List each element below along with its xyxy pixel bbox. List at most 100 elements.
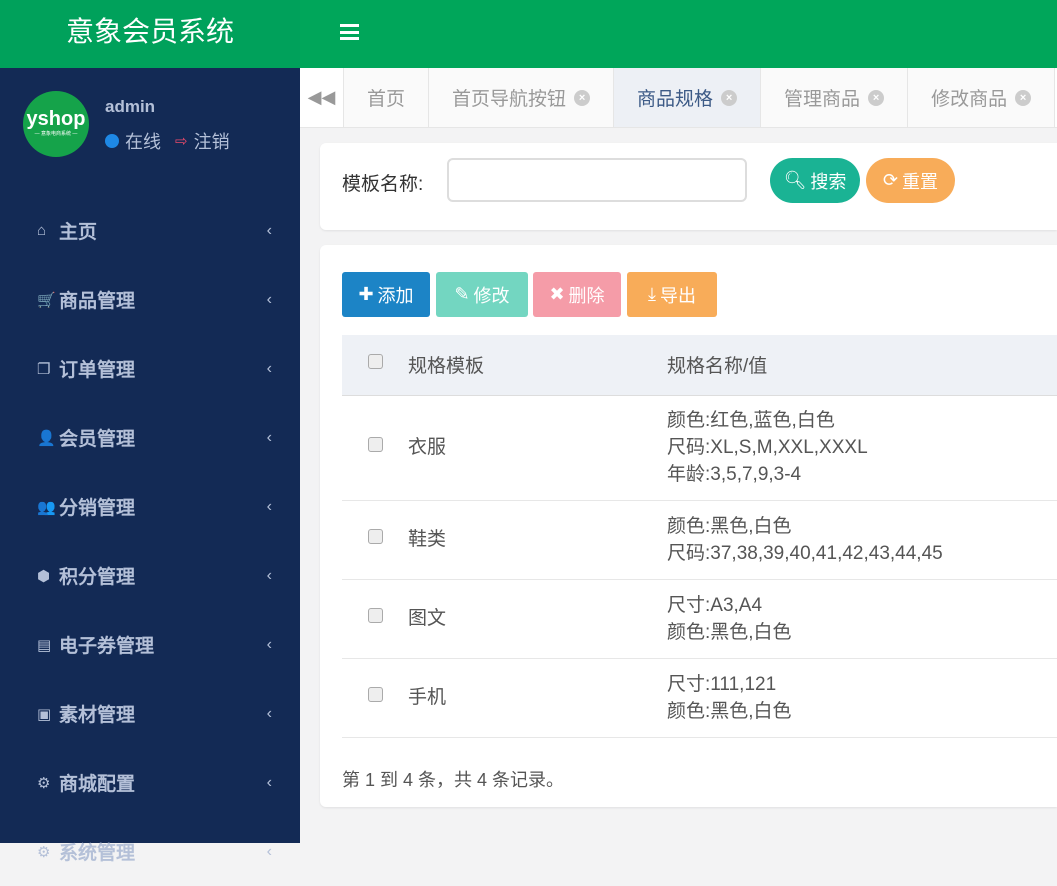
tab-label: 商品规格 [637, 89, 714, 110]
user-icon: 👤 [37, 429, 56, 447]
chevron-left-icon: ‹ [266, 635, 272, 653]
close-tab-icon[interactable]: × [574, 89, 591, 106]
avatar: yshop — 意象电商系统 — [23, 91, 89, 157]
close-tab-icon[interactable]: × [721, 89, 738, 106]
tab-label: 管理商品 [784, 89, 861, 110]
sidebar-item[interactable]: ⚙ 商城配置 ‹ [0, 748, 300, 817]
sidebar-item[interactable]: ❐ 订单管理 ‹ [0, 334, 300, 403]
template-name-input[interactable] [447, 158, 747, 202]
copy-icon: ❐ [37, 360, 51, 378]
sidebar-item[interactable]: 🛒 商品管理 ‹ [0, 265, 300, 334]
chevron-left-icon: ‹ [266, 704, 272, 722]
tabs-scroll-left-icon[interactable]: ◀◀ [300, 68, 344, 127]
image-icon: ▣ [37, 705, 52, 723]
reset-button[interactable]: ⟳ 重置 [866, 158, 955, 203]
spec-value: 尺寸:111,121 [667, 673, 777, 695]
row-checkbox[interactable] [367, 687, 383, 703]
sidebar: yshop — 意象电商系统 — admin 在线 ⇨ 注销 ⌂ 主页 ‹ 🛒 商品管理 ‹… [0, 68, 300, 864]
plus-icon: ✚ [358, 284, 374, 304]
tab-label: 首页 [367, 89, 406, 110]
tab[interactable]: 商品规格 × [614, 68, 762, 127]
chevron-left-icon: ‹ [266, 566, 272, 584]
sign-out-icon[interactable]: ⇨ [175, 132, 188, 150]
logout-link[interactable]: 注销 [194, 128, 230, 154]
search-panel: 模板名称: 🔍︎ 搜索 ⟳ 重置 [320, 143, 1057, 230]
gear-icon: ⚙ [37, 843, 51, 861]
pagination-summary: 第 1 到 4 条，共 4 条记录。 [342, 770, 565, 790]
table-row: 手机 尺寸:111,121 颜色:黑色,白色 [342, 658, 1057, 738]
top-navbar [300, 0, 1057, 68]
tab[interactable]: 管理商品 × [761, 68, 909, 127]
sidebar-item[interactable]: ⌂ 主页 ‹ [0, 196, 300, 265]
search-button[interactable]: 🔍︎ 搜索 [770, 158, 860, 203]
sidebar-item-label: 主页 [59, 222, 98, 243]
chevron-left-icon: ‹ [266, 221, 272, 239]
sidebar-item-label: 会员管理 [59, 429, 136, 450]
chevron-left-icon: ‹ [266, 842, 272, 860]
sidebar-item[interactable]: 👤 会员管理 ‹ [0, 403, 300, 472]
chevron-left-icon: ‹ [266, 773, 272, 791]
cart-icon: 🛒 [37, 291, 56, 309]
download-icon: ⤓ [648, 284, 656, 304]
row-checkbox[interactable] [367, 437, 383, 453]
edit-icon: ✎ [454, 284, 470, 304]
id-card-icon: ▤ [37, 636, 52, 654]
sidebar-item-label: 商城配置 [59, 774, 136, 795]
add-button[interactable]: ✚ 添加 [342, 272, 430, 317]
chevron-left-icon: ‹ [266, 497, 272, 515]
table-panel: ✚ 添加 ✎ 修改 ✖ 删除 ⤓ 导出 规格模板 规格名称/值 衣服 颜色:红色,蓝色,白… [320, 245, 1057, 807]
edit-button[interactable]: ✎ 修改 [436, 272, 528, 317]
spec-value: 尺码:37,38,39,40,41,42,43,44,45 [667, 542, 943, 564]
tab[interactable]: 修改商品 × [908, 68, 1056, 127]
spec-value: 年龄:3,5,7,9,3-4 [667, 464, 802, 485]
spec-values-cell: 颜色:红色,蓝色,白色尺码:XL,S,M,XXL,XXXL 年龄:3,5,7,9,… [667, 395, 1057, 501]
username: admin [105, 97, 156, 116]
spec-table: 规格模板 规格名称/值 衣服 颜色:红色,蓝色,白色尺码:XL,S,M,XXL,X… [342, 335, 1057, 738]
tab[interactable]: 首页导航按钮 × [429, 68, 615, 127]
online-status: 在线 [125, 132, 161, 152]
spec-value: 颜色:红色,蓝色,白色 [667, 410, 835, 431]
template-name-cell: 衣服 [408, 395, 667, 501]
sidebar-item[interactable]: ▣ 素材管理 ‹ [0, 679, 300, 748]
spec-values-cell: 颜色:黑色,白色 尺码:37,38,39,40,41,42,43,44,45 [667, 500, 1057, 580]
chevron-left-icon: ‹ [266, 428, 272, 446]
spec-value: 尺寸:A3,A4 [667, 594, 763, 616]
sidebar-item-label: 商品管理 [59, 291, 136, 312]
sidebar-item[interactable]: ⬢ 积分管理 ‹ [0, 541, 300, 610]
close-tab-icon[interactable]: × [1015, 89, 1032, 106]
times-icon: ✖ [549, 284, 565, 304]
tab-label: 首页导航按钮 [452, 89, 567, 110]
cogs-icon: ⚙ [37, 774, 51, 792]
close-tab-icon[interactable]: × [868, 89, 885, 106]
sidebar-item[interactable]: ⚙ 系统管理 ‹ [0, 817, 300, 886]
tab[interactable]: 首页 [344, 68, 430, 127]
select-all-checkbox[interactable] [367, 354, 383, 370]
table-row: 鞋类 颜色:黑色,白色 尺码:37,38,39,40,41,42,43,44,45 [342, 500, 1057, 580]
spec-value: 尺码:XL,S,M,XXL,XXXL [667, 437, 868, 458]
sidebar-item-label: 订单管理 [59, 360, 136, 381]
row-checkbox[interactable] [367, 529, 383, 545]
sidebar-item-label: 系统管理 [59, 843, 136, 864]
chevron-left-icon: ‹ [266, 290, 272, 308]
online-status-icon [105, 134, 119, 148]
template-name-cell: 手机 [408, 658, 667, 738]
template-name-label: 模板名称: [342, 174, 424, 195]
user-plus-icon: 👥 [37, 498, 56, 516]
search-icon: 🔍︎ [783, 170, 807, 190]
spec-value: 颜色:黑色,白色 [667, 700, 792, 722]
menu-toggle-icon[interactable] [340, 24, 359, 40]
template-name-cell: 鞋类 [408, 500, 667, 580]
home-icon: ⌂ [37, 222, 47, 239]
column-header-template: 规格模板 [408, 335, 667, 396]
sidebar-item[interactable]: ▤ 电子券管理 ‹ [0, 610, 300, 679]
template-name-cell: 图文 [408, 579, 667, 659]
spec-value: 颜色:黑色,白色 [667, 621, 792, 643]
delete-button[interactable]: ✖ 删除 [533, 272, 621, 317]
column-header-spec-values: 规格名称/值 [667, 335, 1057, 396]
row-checkbox[interactable] [367, 608, 383, 624]
sidebar-item-label: 积分管理 [59, 567, 136, 588]
sidebar-item[interactable]: 👥 分销管理 ‹ [0, 472, 300, 541]
app-title: 意象会员系统 [0, 0, 300, 68]
chevron-left-icon: ‹ [266, 359, 272, 377]
export-button[interactable]: ⤓ 导出 [627, 272, 717, 317]
